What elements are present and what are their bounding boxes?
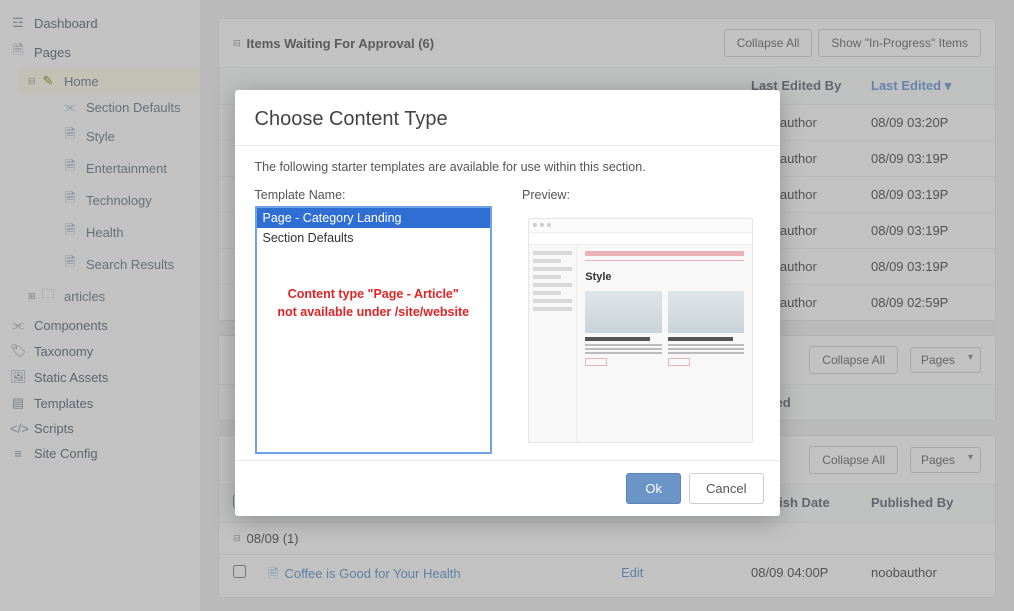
annotation: Content type "Page - Article" not availa…	[257, 286, 491, 321]
choose-content-type-modal: Choose Content Type The following starte…	[235, 90, 780, 516]
cancel-button[interactable]: Cancel	[689, 473, 763, 504]
preview-label: Preview:	[522, 188, 760, 202]
modal-message: The following starter templates are avai…	[255, 160, 760, 174]
template-option[interactable]: Page - Category Landing	[257, 208, 491, 228]
template-list[interactable]: Page - Category Landing Section Defaults…	[255, 206, 493, 454]
preview-thumb: Style	[528, 218, 753, 443]
preview-title: Style	[585, 271, 744, 283]
preview-box: Style	[522, 206, 760, 454]
modal-overlay[interactable]: Choose Content Type The following starte…	[0, 0, 1014, 611]
template-option[interactable]: Section Defaults	[257, 228, 491, 248]
template-name-label: Template Name:	[255, 188, 493, 202]
ok-button[interactable]: Ok	[626, 473, 681, 504]
modal-title: Choose Content Type	[255, 108, 760, 131]
